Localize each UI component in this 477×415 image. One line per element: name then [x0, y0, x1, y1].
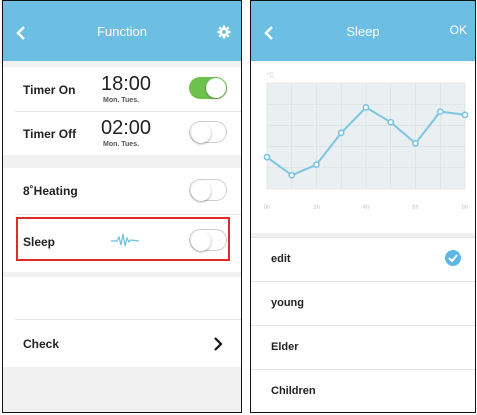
sleep-highlight-box	[16, 217, 230, 261]
sleep-curve-point[interactable]	[288, 171, 296, 179]
sleep-curve-point[interactable]	[337, 129, 345, 137]
check-label: Check	[23, 337, 60, 351]
option-label: edit	[271, 253, 291, 265]
toggle-knob	[191, 181, 211, 201]
divider	[15, 111, 241, 112]
sleep-chart-card: °C 0h 2h 4h 6h 8h	[251, 61, 475, 233]
timer-off-toggle[interactable]	[189, 121, 227, 143]
sleep-curve-chart[interactable]: °C 0h 2h 4h 6h 8h	[251, 61, 475, 233]
heating-label: 8˚Heating	[23, 184, 78, 198]
toggle-knob	[191, 123, 211, 143]
function-header: Function	[3, 1, 241, 61]
timer-on-days: Mon. Tues.	[103, 97, 140, 104]
check-row[interactable]: Check	[3, 320, 241, 367]
x-tick-label: 2h	[313, 205, 320, 211]
check-icon	[445, 250, 461, 266]
sleep-curve-point[interactable]	[387, 118, 395, 126]
gear-icon[interactable]	[217, 25, 231, 39]
timer-off-time[interactable]: 02:00	[101, 117, 151, 140]
sleep-curve-point[interactable]	[313, 161, 320, 169]
function-screen: Function Timer On 18:00 Mon. Tues. Timer…	[2, 0, 242, 413]
page-title: Sleep	[346, 24, 380, 39]
x-tick-label: 8h	[462, 205, 469, 211]
sleep-curve-point[interactable]	[362, 103, 370, 111]
option-label: Elder	[271, 341, 299, 353]
ok-button[interactable]: OK	[450, 23, 467, 37]
sleep-curve-point[interactable]	[263, 153, 271, 161]
option-children[interactable]: Children	[251, 369, 475, 412]
sleep-curve-point[interactable]	[461, 111, 469, 119]
timer-off-label: Timer Off	[23, 127, 77, 141]
divider	[15, 214, 241, 215]
heating-toggle[interactable]	[189, 179, 227, 201]
x-tick-label: 0h	[264, 205, 271, 211]
x-tick-label: 6h	[412, 205, 419, 211]
sleep-screen: Sleep OK °C 0h 2h 4h 6h 8h edit young Elder …	[250, 0, 476, 413]
option-edit[interactable]: edit	[251, 237, 475, 282]
x-tick-label: 4h	[363, 205, 370, 211]
option-label: Children	[271, 385, 316, 397]
timer-on-time[interactable]: 18:00	[101, 73, 151, 96]
sleep-header: Sleep OK	[251, 1, 475, 61]
timer-on-toggle[interactable]	[189, 77, 227, 99]
toggle-knob	[206, 78, 226, 98]
page-title: Function	[97, 24, 147, 39]
option-elder[interactable]: Elder	[251, 325, 475, 370]
timer-section: Timer On 18:00 Mon. Tues. Timer Off 02:0…	[3, 67, 241, 155]
timer-off-days: Mon. Tues.	[103, 141, 140, 148]
chevron-right-icon	[214, 337, 223, 351]
check-section: Check	[3, 277, 241, 367]
timer-on-label: Timer On	[23, 83, 76, 97]
sleep-curve-point[interactable]	[412, 140, 419, 147]
y-axis-label: °C	[267, 73, 274, 79]
option-young[interactable]: young	[251, 281, 475, 326]
sleep-curve-point[interactable]	[436, 108, 444, 116]
option-label: young	[271, 297, 304, 309]
